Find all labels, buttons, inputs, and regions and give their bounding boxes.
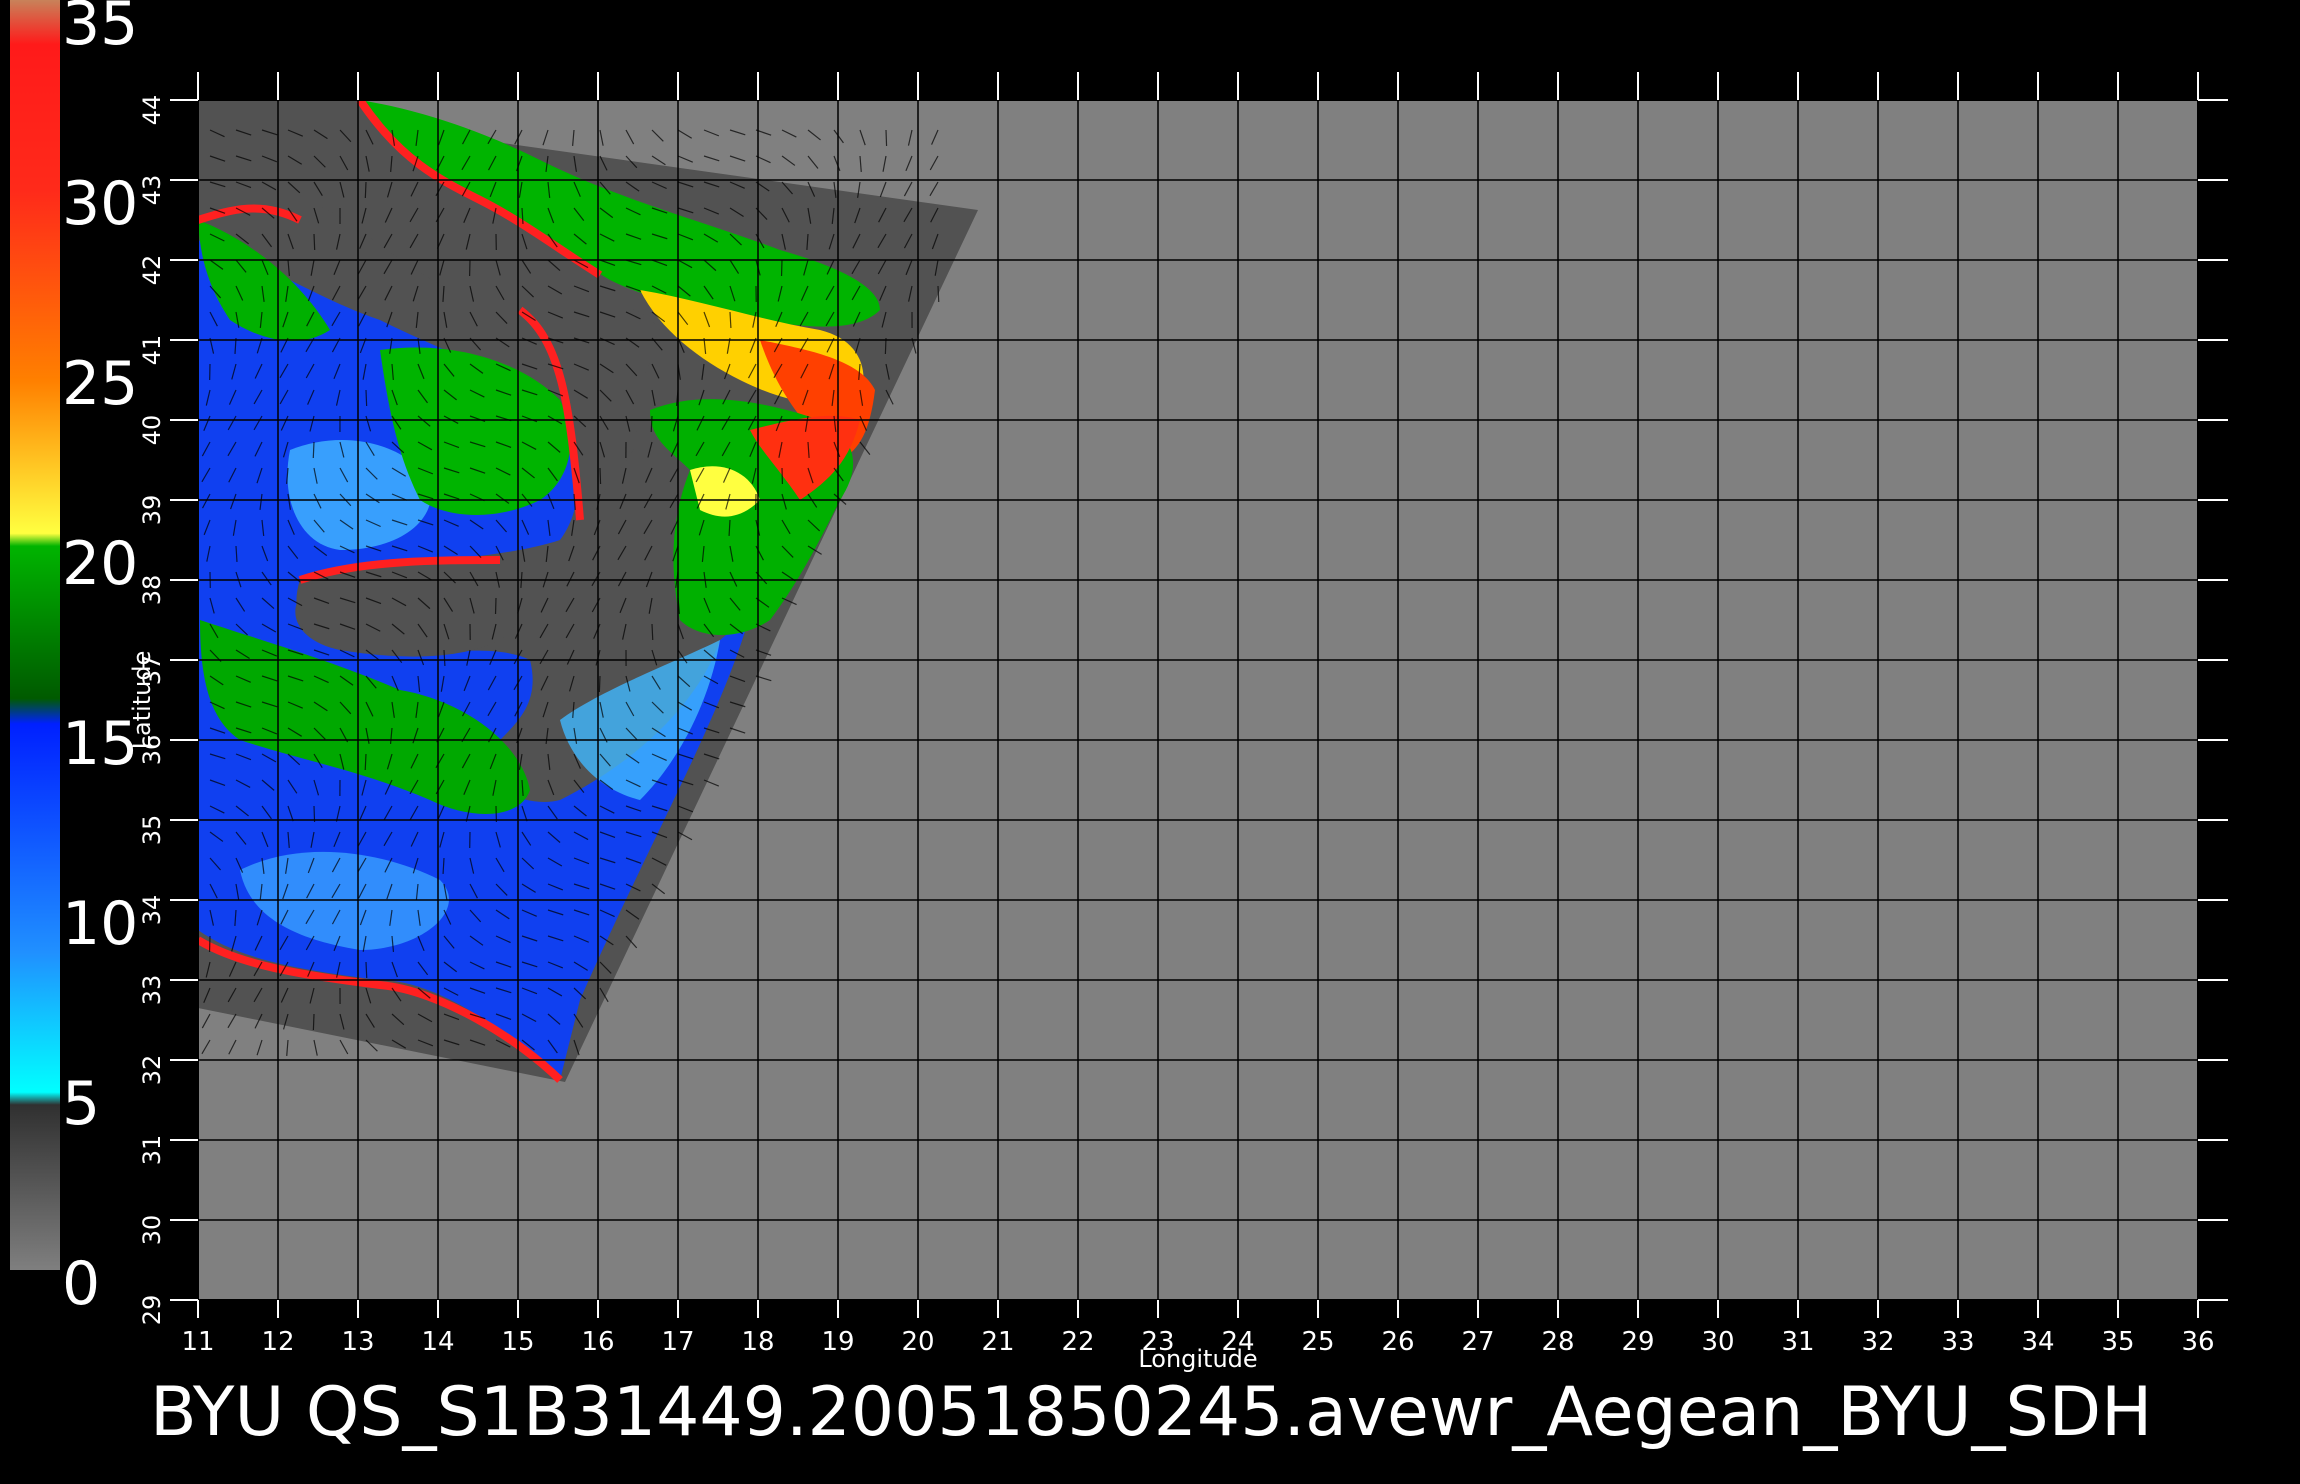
lon-tick-label: 21 [981,1327,1014,1357]
wind-vector [366,390,367,406]
wind-speed-map: 35 30 25 20 15 10 5 0 11 12 13 14 [0,0,2300,1480]
lat-tick-label: 41 [138,335,166,366]
lon-tick-label: 13 [341,1327,374,1357]
lat-tick-label: 44 [138,95,166,126]
lat-tick-label: 43 [138,175,166,206]
colorbar [10,0,60,1270]
lon-tick-label: 15 [501,1327,534,1357]
colorbar-tick-label: 25 [62,349,138,419]
lon-tick-label: 16 [581,1327,614,1357]
map-figure: 35 30 25 20 15 10 5 0 11 12 13 14 [0,0,2300,1480]
lat-tick-label: 38 [138,575,166,606]
wind-vector [365,182,366,198]
wind-vector [314,234,315,250]
lon-tick-label: 22 [1061,1327,1094,1357]
y-axis-title: Latitude [128,651,156,750]
lat-tick-label: 30 [138,1215,166,1246]
lon-tick-label: 32 [1861,1327,1894,1357]
lat-tick-label: 34 [138,895,166,926]
lon-tick-label: 29 [1621,1327,1654,1357]
lon-tick-label: 18 [741,1327,774,1357]
lat-tick-label: 31 [138,1135,166,1166]
colorbar-labels: 35 30 25 20 15 10 5 0 [62,0,138,1319]
lat-tick-label: 35 [138,815,166,846]
caption: BYU QS_S1B31449.20051850245.avewr_Aegean… [150,1373,2152,1452]
wind-vector [652,624,653,640]
lon-tick-label: 26 [1381,1327,1414,1357]
colorbar-tick-label: 10 [62,889,138,959]
lon-tick-label: 25 [1301,1327,1334,1357]
lat-tick-label: 39 [138,495,166,526]
wind-vector [313,1014,314,1030]
colorbar-tick-label: 5 [62,1069,100,1139]
lon-tick-label: 33 [1941,1327,1974,1357]
lat-tick-label: 42 [138,255,166,286]
lon-tick-label: 11 [181,1327,214,1357]
wind-vector [938,286,939,302]
lon-tick-label: 20 [901,1327,934,1357]
lat-tick-label: 32 [138,1055,166,1086]
lon-tick-label: 27 [1461,1327,1494,1357]
lon-tick-label: 17 [661,1327,694,1357]
colorbar-tick-label: 20 [62,529,138,599]
colorbar-tick-label: 15 [62,709,138,779]
wind-vector [600,468,601,484]
lon-tick-label: 28 [1541,1327,1574,1357]
x-axis-title: Longitude [1138,1345,1257,1373]
lat-tick-label: 40 [138,415,166,446]
lon-tick-label: 34 [2021,1327,2054,1357]
lat-tick-label: 33 [138,975,166,1006]
lon-tick-label: 35 [2101,1327,2134,1357]
colorbar-tick-label: 30 [62,169,138,239]
lon-tick-label: 19 [821,1327,854,1357]
lat-tick-label: 29 [138,1295,166,1326]
wind-vector [651,416,652,432]
colorbar-tick-label: 35 [62,0,138,59]
lon-tick-label: 36 [2181,1327,2214,1357]
colorbar-tick-label: 0 [62,1249,100,1319]
lon-tick-label: 12 [261,1327,294,1357]
wind-vector [599,676,600,692]
wind-vector [366,962,367,978]
lon-tick-label: 31 [1781,1327,1814,1357]
wind-vector [313,442,314,458]
lon-tick-label: 30 [1701,1327,1734,1357]
wind-vector [886,130,887,146]
wind-vector [365,754,366,770]
lon-tick-label: 14 [421,1327,454,1357]
